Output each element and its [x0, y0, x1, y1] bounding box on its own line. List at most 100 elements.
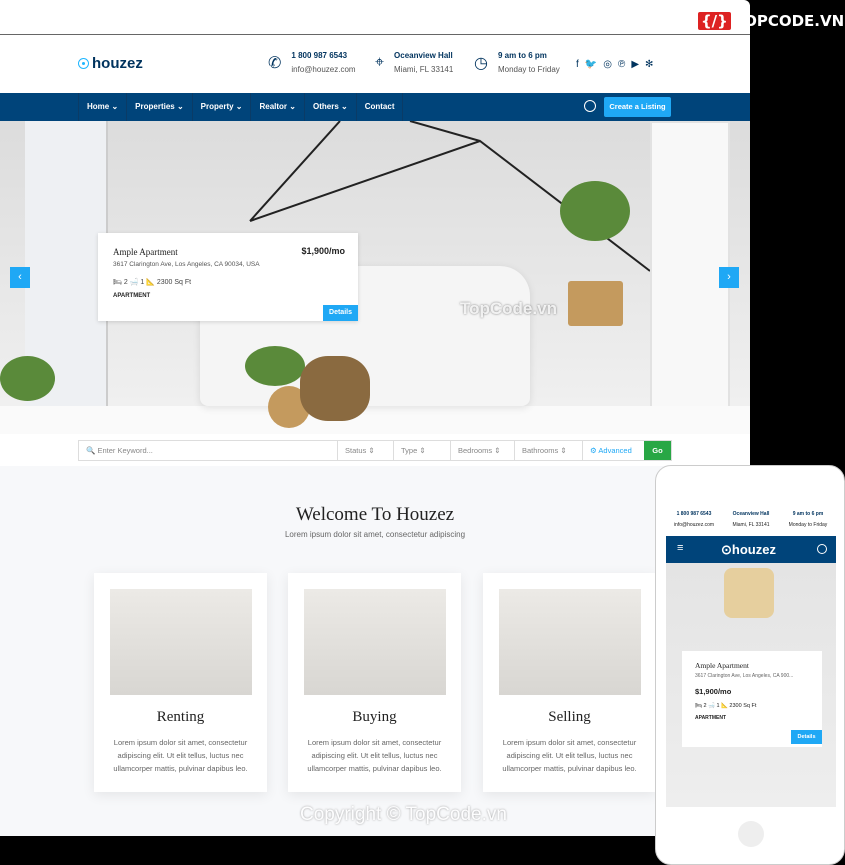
address-city: Miami, FL 33141	[732, 522, 770, 528]
create-listing-button[interactable]: Create a Listing	[604, 97, 671, 117]
section-title: Welcome To Houzez	[295, 504, 455, 525]
site-header: houzez ✆ 1 800 987 6543 info@houzez.com ⌖ O…	[0, 35, 750, 93]
bathrooms-select[interactable]: Bathrooms ⇕	[515, 441, 583, 460]
home-button[interactable]	[738, 821, 764, 847]
listing-card[interactable]: Ample Apartment $1,900/mo 3617 Claringto…	[98, 233, 358, 321]
desktop-mockup: houzez ✆ 1 800 987 6543 info@houzez.com ⌖ O…	[0, 0, 750, 836]
go-button[interactable]: Go	[644, 441, 671, 460]
feature-image	[109, 589, 252, 695]
address-title: Oceanview Hall	[732, 511, 770, 517]
user-icon[interactable]	[584, 100, 596, 112]
mobile-contact-phone: 1 800 987 6543 info@houzez.com	[666, 511, 722, 528]
clock-icon: ◷	[474, 54, 488, 72]
floor	[0, 406, 750, 434]
phone-icon: ✆	[268, 54, 282, 72]
feature-image	[498, 589, 641, 695]
feature-card-renting[interactable]: Renting Lorem ipsum dolor sit amet, conse…	[94, 573, 267, 792]
days: Monday to Friday	[788, 522, 828, 528]
watermark-text: TOPCODE.VN	[733, 12, 845, 30]
social-links: f 🐦 ◎ ℗ ▶ ✻	[576, 59, 653, 70]
listing-price: $1,900/mo	[695, 687, 732, 696]
mobile-listing-card[interactable]: Ample Apartment 3617 Clarington Ave, Los…	[682, 651, 822, 747]
logo-icon	[78, 58, 89, 69]
email: info@houzez.com	[673, 522, 715, 528]
bookshelf	[650, 121, 730, 434]
details-button[interactable]: Details	[791, 730, 822, 744]
mobile-contact-hours: 9 am to 6 pm Monday to Friday	[780, 511, 836, 528]
basket	[568, 281, 623, 326]
contact-phone: ✆ 1 800 987 6543 info@houzez.com	[268, 51, 356, 74]
plant	[0, 356, 55, 401]
nav-realtor[interactable]: Realtor ⌄	[250, 93, 304, 121]
keyword-input[interactable]: 🔍 Enter Keyword...	[79, 441, 338, 460]
hours: 9 am to 6 pm	[792, 511, 824, 517]
mobile-nav: ≡ ⊙houzez	[666, 536, 836, 563]
search-bar: 🔍 Enter Keyword... Status ⇕ Type ⇕ Bedro…	[78, 440, 672, 461]
details-button[interactable]: Details	[323, 305, 358, 321]
mobile-hero: Ample Apartment 3617 Clarington Ave, Los…	[666, 563, 836, 807]
mobile-mockup: 1 800 987 6543 info@houzez.com Oceanview …	[655, 465, 845, 865]
status-select[interactable]: Status ⇕	[338, 441, 394, 460]
lamp	[724, 568, 774, 618]
copyright-watermark: Copyright © TopCode.vn	[300, 804, 507, 825]
feature-card-buying[interactable]: Buying Lorem ipsum dolor sit amet, consec…	[288, 573, 461, 792]
user-icon[interactable]	[817, 544, 827, 554]
listing-title[interactable]: Ample Apartment	[113, 247, 178, 257]
advanced-button[interactable]: ⚙ Advanced	[583, 441, 644, 460]
twitter-icon[interactable]: 🐦	[585, 59, 597, 70]
feature-title: Renting	[156, 709, 205, 725]
bedrooms-select[interactable]: Bedrooms ⇕	[451, 441, 515, 460]
feature-image	[303, 589, 446, 695]
welcome-section: Welcome To Houzez Lorem ipsum dolor sit …	[0, 466, 750, 836]
feature-title: Buying	[352, 709, 397, 725]
nav-property[interactable]: Property ⌄	[191, 93, 251, 121]
feature-card-selling[interactable]: Selling Lorem ipsum dolor sit amet, conse…	[483, 573, 656, 792]
listing-price: $1,900/mo	[301, 246, 345, 256]
main-nav: Home ⌄ Properties ⌄ Property ⌄ Realtor ⌄…	[0, 93, 750, 121]
phone-number: 1 800 987 6543	[291, 51, 348, 60]
feature-text: Lorem ipsum dolor sit amet, consectetur …	[307, 738, 442, 773]
nav-properties[interactable]: Properties ⌄	[126, 93, 192, 121]
nav-home[interactable]: Home ⌄	[78, 93, 126, 121]
facebook-icon[interactable]: f	[576, 59, 579, 70]
pinterest-icon[interactable]: ℗	[618, 59, 625, 70]
browser-bar	[0, 0, 750, 35]
location-pin-icon: ⌖	[375, 53, 385, 71]
feature-text: Lorem ipsum dolor sit amet, consectetur …	[502, 738, 637, 773]
type-select[interactable]: Type ⇕	[394, 441, 451, 460]
watermark-logo: {/} TOPCODE.VN	[698, 12, 844, 30]
days: Monday to Friday	[497, 65, 560, 74]
youtube-icon[interactable]: ▶	[631, 59, 639, 70]
feature-text: Lorem ipsum dolor sit amet, consectetur …	[113, 738, 248, 773]
hours: 9 am to 6 pm	[497, 51, 547, 60]
mobile-contact-address: Oceanview Hall Miami, FL 33141	[723, 511, 779, 528]
mobile-logo[interactable]: ⊙houzez	[721, 542, 776, 558]
plant	[245, 346, 305, 386]
logo[interactable]: houzez	[78, 55, 143, 72]
feature-title: Selling	[548, 709, 591, 725]
hero-watermark: TopCode.vn	[460, 299, 557, 318]
next-slide-button[interactable]: ›	[719, 267, 739, 288]
hamburger-menu-icon[interactable]: ≡	[677, 542, 683, 554]
keyword-placeholder: Enter Keyword...	[97, 446, 153, 455]
contact-hours: ◷ 9 am to 6 pm Monday to Friday	[474, 51, 560, 74]
listing-address: 3617 Clarington Ave, Los Angeles, CA 900…	[695, 673, 794, 679]
phone-number: 1 800 987 6543	[676, 511, 712, 517]
listing-address: 3617 Clarington Ave, Los Angeles, CA 900…	[113, 261, 260, 268]
logo-text: houzez	[92, 55, 143, 72]
listing-title[interactable]: Ample Apartment	[695, 661, 749, 670]
yelp-icon[interactable]: ✻	[645, 59, 653, 70]
listing-type: APARTMENT	[113, 293, 151, 299]
listing-features: 🛏 2 🛁 1 📐 2300 Sq Ft	[113, 279, 192, 286]
prev-slide-button[interactable]: ‹	[10, 267, 30, 288]
listing-features: 🛏 2 🛁 1 📐 2300 Sq Ft	[695, 703, 757, 709]
plant	[560, 181, 630, 241]
hero-slider: TopCode.vn ‹ › Ample Apartment $1,900/mo…	[0, 121, 750, 434]
instagram-icon[interactable]: ◎	[603, 59, 612, 70]
contact-address: ⌖ Oceanview Hall Miami, FL 33141	[375, 51, 453, 74]
email[interactable]: info@houzez.com	[291, 65, 355, 74]
listing-type: APARTMENT	[695, 715, 727, 721]
nav-contact[interactable]: Contact	[355, 93, 404, 121]
nav-others[interactable]: Others ⌄	[303, 93, 356, 121]
basket	[300, 356, 370, 421]
